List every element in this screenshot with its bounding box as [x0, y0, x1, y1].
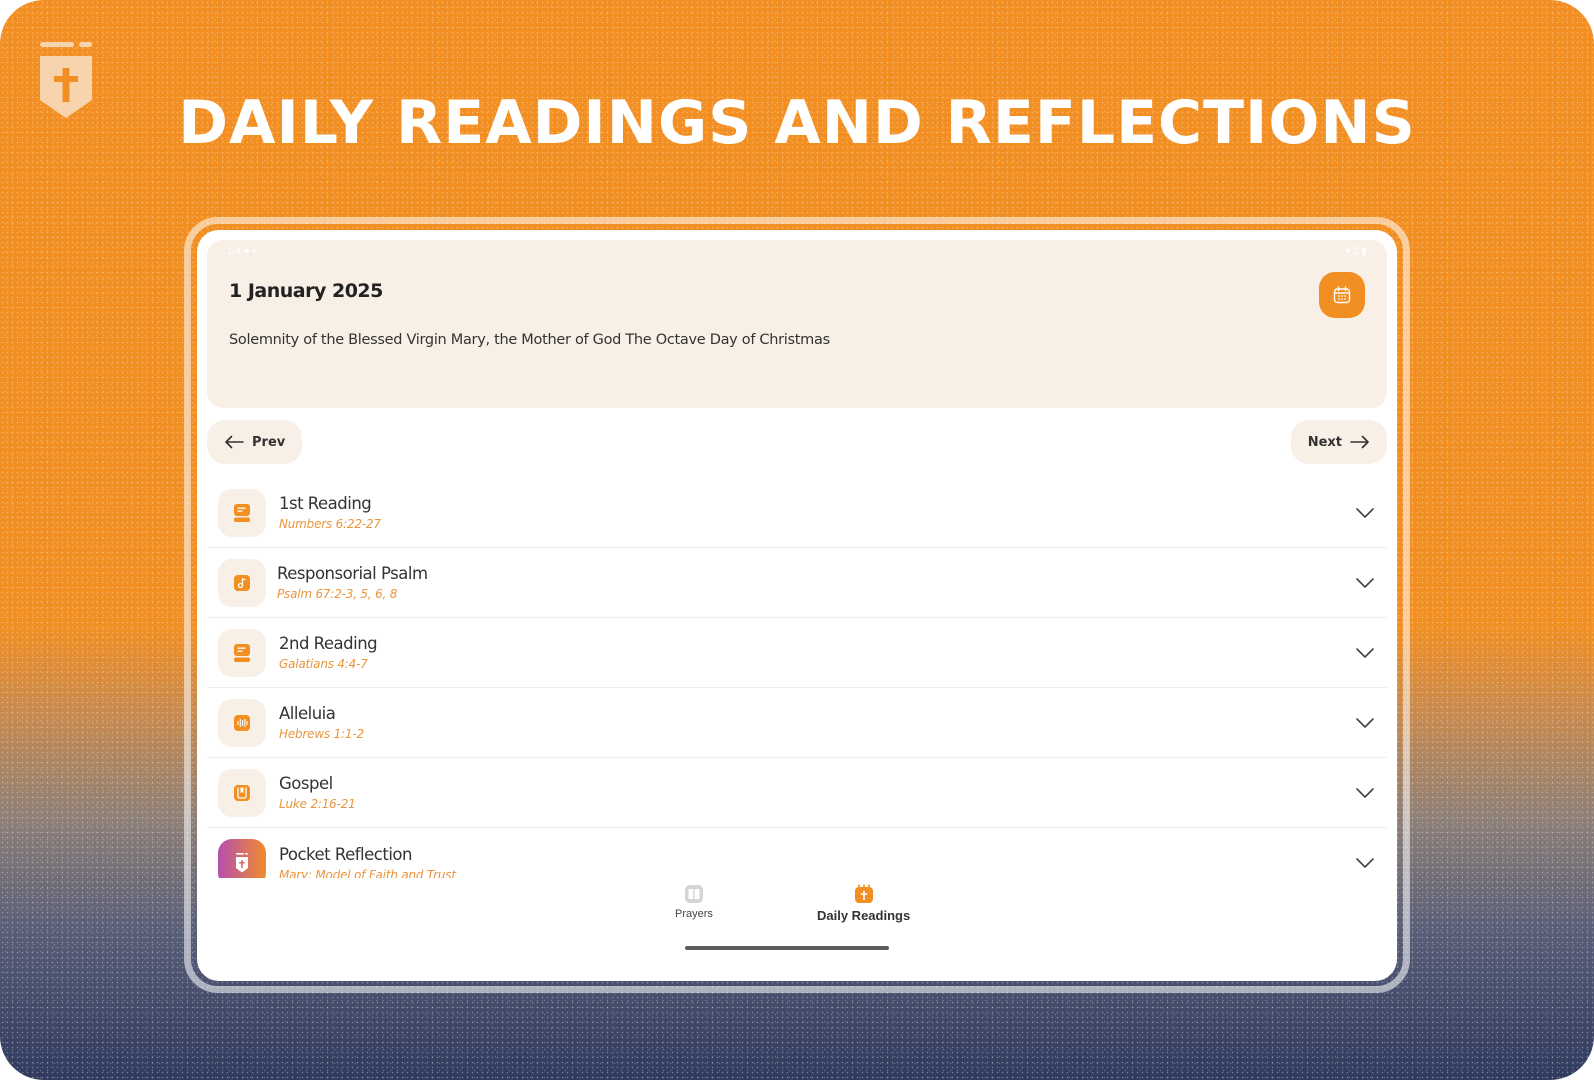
arrow-right-icon: [1350, 435, 1369, 449]
reading-icon-container: [218, 488, 266, 537]
home-indicator[interactable]: [685, 946, 889, 950]
next-label: Next: [1307, 434, 1342, 450]
status-right: ▾ 2 ▮: [1345, 246, 1367, 257]
next-button[interactable]: Next: [1290, 420, 1387, 464]
chevron-down-icon[interactable]: [1355, 507, 1375, 519]
music-note-icon: [234, 574, 250, 591]
calendar-icon: [1333, 286, 1351, 304]
date-title: 1 January 2025: [229, 280, 383, 302]
chevron-down-icon[interactable]: [1355, 857, 1375, 869]
reading-title: Gospel: [279, 774, 333, 793]
open-book-icon: [684, 885, 703, 903]
reading-icon-container: [218, 768, 266, 817]
tab-prayers[interactable]: Prayers: [675, 884, 713, 920]
prev-button[interactable]: Prev: [207, 420, 303, 464]
chevron-down-icon[interactable]: [1355, 647, 1375, 659]
reading-title: 1st Reading: [279, 494, 372, 513]
bookmark-book-icon: [234, 784, 250, 801]
reading-reference: Hebrews 1:1-2: [279, 727, 364, 741]
book-text-icon: [234, 503, 250, 522]
reading-title: Pocket Reflection: [279, 844, 412, 864]
date-card: 1:4 ● ▪ ▾ 2 ▮ 1 January 2025 Solemnity o…: [207, 240, 1387, 408]
chevron-down-icon[interactable]: [1355, 577, 1375, 589]
arrow-left-icon: [225, 435, 244, 449]
reading-icon-container: [218, 628, 266, 677]
page-headline: DAILY READINGS AND REFLECTIONS: [178, 88, 1416, 158]
status-bar: 1:4 ● ▪ ▾ 2 ▮: [227, 246, 1367, 258]
reading-title: Alleluia: [279, 704, 336, 723]
shield-cross-icon: [236, 853, 248, 873]
audio-wave-icon: [234, 714, 250, 731]
chevron-down-icon[interactable]: [1355, 787, 1375, 799]
reading-reference: Psalm 67:2-3, 5, 6, 8: [277, 587, 398, 601]
reading-item-2nd-reading[interactable]: 2nd Reading Galatians 4:4-7: [207, 618, 1387, 688]
tab-label: Daily Readings: [817, 908, 911, 923]
tab-daily-readings[interactable]: Daily Readings: [817, 884, 910, 923]
prev-label: Prev: [252, 434, 286, 450]
app-screen: 1:4 ● ▪ ▾ 2 ▮ 1 January 2025 Solemnity o…: [197, 230, 1397, 981]
reading-reference: Galatians 4:4-7: [279, 657, 368, 671]
reading-title: Responsorial Psalm: [277, 564, 428, 583]
reading-reference: Mary: Model of Faith and Trust: [279, 867, 456, 879]
chevron-down-icon[interactable]: [1355, 717, 1375, 729]
reading-item-responsorial-psalm[interactable]: Responsorial Psalm Psalm 67:2-3, 5, 6, 8: [207, 548, 1387, 618]
feast-description: Solemnity of the Blessed Virgin Mary, th…: [229, 332, 830, 348]
reading-item-alleluia[interactable]: Alleluia Hebrews 1:1-2: [207, 688, 1387, 758]
reading-item-gospel[interactable]: Gospel Luke 2:16-21: [207, 758, 1387, 828]
reflection-icon-container: [218, 839, 266, 878]
tab-label: Prayers: [675, 908, 713, 920]
book-text-icon: [234, 643, 250, 662]
bottom-navigation: Prayers Daily Readings: [197, 880, 1397, 950]
reading-icon-container: [218, 558, 266, 607]
reading-item-1st-reading[interactable]: 1st Reading Numbers 6:22-27: [207, 478, 1387, 548]
reading-title: 2nd Reading: [279, 634, 378, 653]
readings-list: 1st Reading Numbers 6:22-27 Responsorial…: [207, 478, 1387, 878]
status-left: 1:4 ● ▪: [227, 246, 257, 257]
reading-item-pocket-reflection[interactable]: Pocket Reflection Mary: Model of Faith a…: [207, 828, 1387, 878]
reading-icon-container: [218, 698, 266, 747]
reading-reference: Luke 2:16-21: [279, 797, 356, 811]
background-canvas: DAILY READINGS AND REFLECTIONS 1:4 ● ▪ ▾…: [0, 0, 1594, 1080]
calendar-button[interactable]: [1319, 272, 1365, 318]
reading-reference: Numbers 6:22-27: [279, 517, 381, 531]
calendar-cross-icon: [854, 884, 873, 903]
